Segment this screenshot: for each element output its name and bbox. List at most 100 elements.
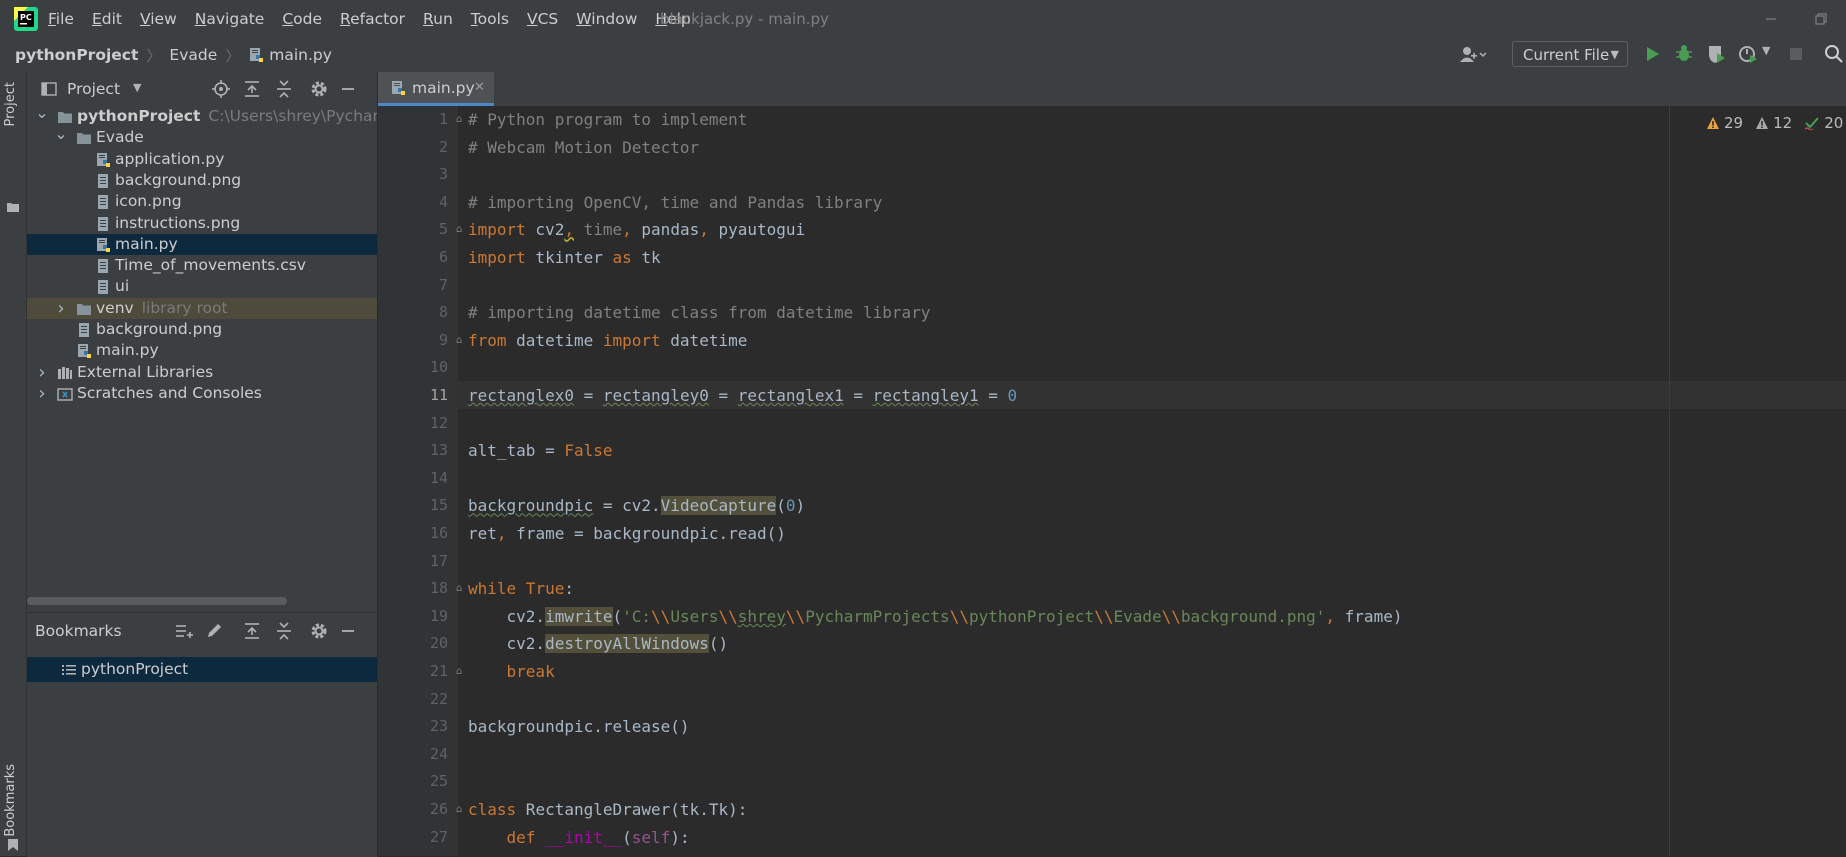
menu-window[interactable]: Window [576,0,637,38]
tree-item[interactable]: ⌄ Evade [27,127,377,148]
line-number[interactable]: 9 [388,327,448,355]
line-number[interactable]: 12 [388,410,448,438]
line-number[interactable]: 4 [388,189,448,217]
add-bookmark-list-icon[interactable] [173,620,195,642]
line-number[interactable]: 8 [388,299,448,327]
code-editor[interactable]: 1 2 3 4 5 6 7 8 9 10 11 12 13 14 15 16 17 18 19 20 21 22 23 24 2… [378,106,1846,856]
debug-icon[interactable] [1672,42,1696,66]
search-icon[interactable] [1822,42,1846,66]
menu-tools[interactable]: Tools [471,0,509,38]
menu-refactor[interactable]: Refactor [340,0,405,38]
line-number[interactable]: 3 [388,161,448,189]
bookmark-list-item[interactable]: pythonProject [27,657,377,682]
line-number[interactable]: 6 [388,244,448,272]
chevron-right-icon[interactable]: › [54,298,68,319]
menu-file[interactable]: File [48,0,74,38]
line-number[interactable]: 15 [388,492,448,520]
tree-item[interactable]: application.py [27,149,377,170]
line-number[interactable]: 5 [388,216,448,244]
profile-icon[interactable] [1736,42,1760,66]
project-view-chevron-down-icon[interactable]: ▼ [133,81,141,94]
gear-icon[interactable] [308,620,330,642]
fold-marker-icon[interactable]: ⌂ [456,804,466,815]
project-panel-title[interactable]: Project [67,80,120,98]
tree-item[interactable]: ui [27,276,377,297]
chevron-down-icon[interactable]: ⌄ [35,106,49,121]
line-number[interactable]: 27 [388,824,448,852]
menu-view[interactable]: View [140,0,177,38]
tab-main-py[interactable]: main.py ✕ [378,72,494,106]
menu-navigate[interactable]: Navigate [195,0,265,38]
chevron-down-icon[interactable]: ⌄ [54,127,68,142]
run-with-coverage-icon[interactable] [1704,42,1728,66]
minimize-button[interactable] [1760,8,1782,30]
pycharm-logo-icon[interactable]: PC [14,7,38,31]
line-number[interactable]: 20 [388,630,448,658]
chevron-right-icon[interactable]: › [35,383,49,404]
expand-all-icon[interactable] [241,620,263,642]
restore-button[interactable] [1810,8,1832,30]
line-number[interactable]: 2 [388,134,448,162]
collapse-all-icon[interactable] [273,620,295,642]
locate-file-icon[interactable] [210,78,232,100]
fold-marker-icon[interactable]: ⌂ [456,224,466,235]
chevron-right-icon[interactable]: › [35,362,49,383]
stop-icon[interactable] [1784,42,1808,66]
tree-item[interactable]: › External Libraries [27,362,377,383]
line-number[interactable]: 18 [388,575,448,603]
run-configuration-dropdown[interactable]: Current File ▼ [1512,41,1628,67]
tree-item[interactable]: icon.png [27,191,377,212]
tree-item[interactable]: › venv library root [27,297,377,319]
bookmarks-tool-window-button[interactable]: Bookmarks [3,764,18,837]
run-icon[interactable] [1640,42,1664,66]
tree-item[interactable]: main.py [27,233,377,256]
line-number[interactable]: 19 [388,603,448,631]
warnings-count[interactable]: 29 [1706,114,1743,132]
line-number[interactable]: 11 [388,382,448,410]
edit-pencil-icon[interactable] [203,620,225,642]
line-number[interactable]: 1 [388,106,448,134]
menu-vcs[interactable]: VCS [527,0,558,38]
hide-panel-icon[interactable] [337,620,359,642]
line-number[interactable]: 7 [388,272,448,300]
fold-marker-icon[interactable]: ⌂ [456,335,466,346]
line-number[interactable]: 14 [388,465,448,493]
line-number[interactable]: 21 [388,658,448,686]
line-number[interactable]: 22 [388,686,448,714]
line-number[interactable]: 25 [388,768,448,796]
collapse-all-icon[interactable] [273,78,295,100]
close-tab-icon[interactable]: ✕ [474,72,485,104]
menu-code[interactable]: Code [282,0,322,38]
fold-marker-icon[interactable]: ⌂ [456,114,466,125]
typos-count[interactable]: 20 [1804,114,1843,132]
tree-item[interactable]: instructions.png [27,213,377,234]
line-number[interactable]: 10 [388,354,448,382]
fold-marker-icon[interactable]: ⌂ [456,583,466,594]
tree-item[interactable]: background.png [27,170,377,191]
project-tool-window-button[interactable]: Project [3,82,18,126]
more-run-options-chevron-icon[interactable]: ▼ [1762,44,1770,57]
breadcrumb-file[interactable]: main.py [269,46,332,64]
breadcrumb-project[interactable]: pythonProject [15,46,138,64]
weak-warnings-count[interactable]: 12 [1755,114,1792,132]
line-number[interactable]: 13 [388,437,448,465]
tree-item[interactable]: ⌄ pythonProject C:\Users\shrey\PycharmProj… [27,106,377,127]
add-user-icon[interactable] [1458,45,1488,65]
tree-item[interactable]: main.py [27,340,377,361]
gear-icon[interactable] [308,78,330,100]
inspection-widget[interactable]: 29 12 20 [1706,114,1846,132]
hide-panel-icon[interactable] [337,78,359,100]
line-number[interactable]: 16 [388,520,448,548]
expand-all-icon[interactable] [241,78,263,100]
tree-item[interactable]: background.png [27,319,377,340]
breadcrumb-folder[interactable]: Evade [169,46,217,64]
horizontal-scrollbar[interactable] [27,597,287,605]
menu-edit[interactable]: Edit [92,0,122,38]
menu-run[interactable]: Run [423,0,453,38]
line-number[interactable]: 17 [388,548,448,576]
fold-marker-icon[interactable]: ⌂ [456,666,466,677]
tree-item[interactable]: Time_of_movements.csv [27,255,377,276]
line-number[interactable]: 23 [388,713,448,741]
tree-item[interactable]: › Scratches and Consoles [27,383,377,404]
line-number[interactable]: 24 [388,741,448,769]
